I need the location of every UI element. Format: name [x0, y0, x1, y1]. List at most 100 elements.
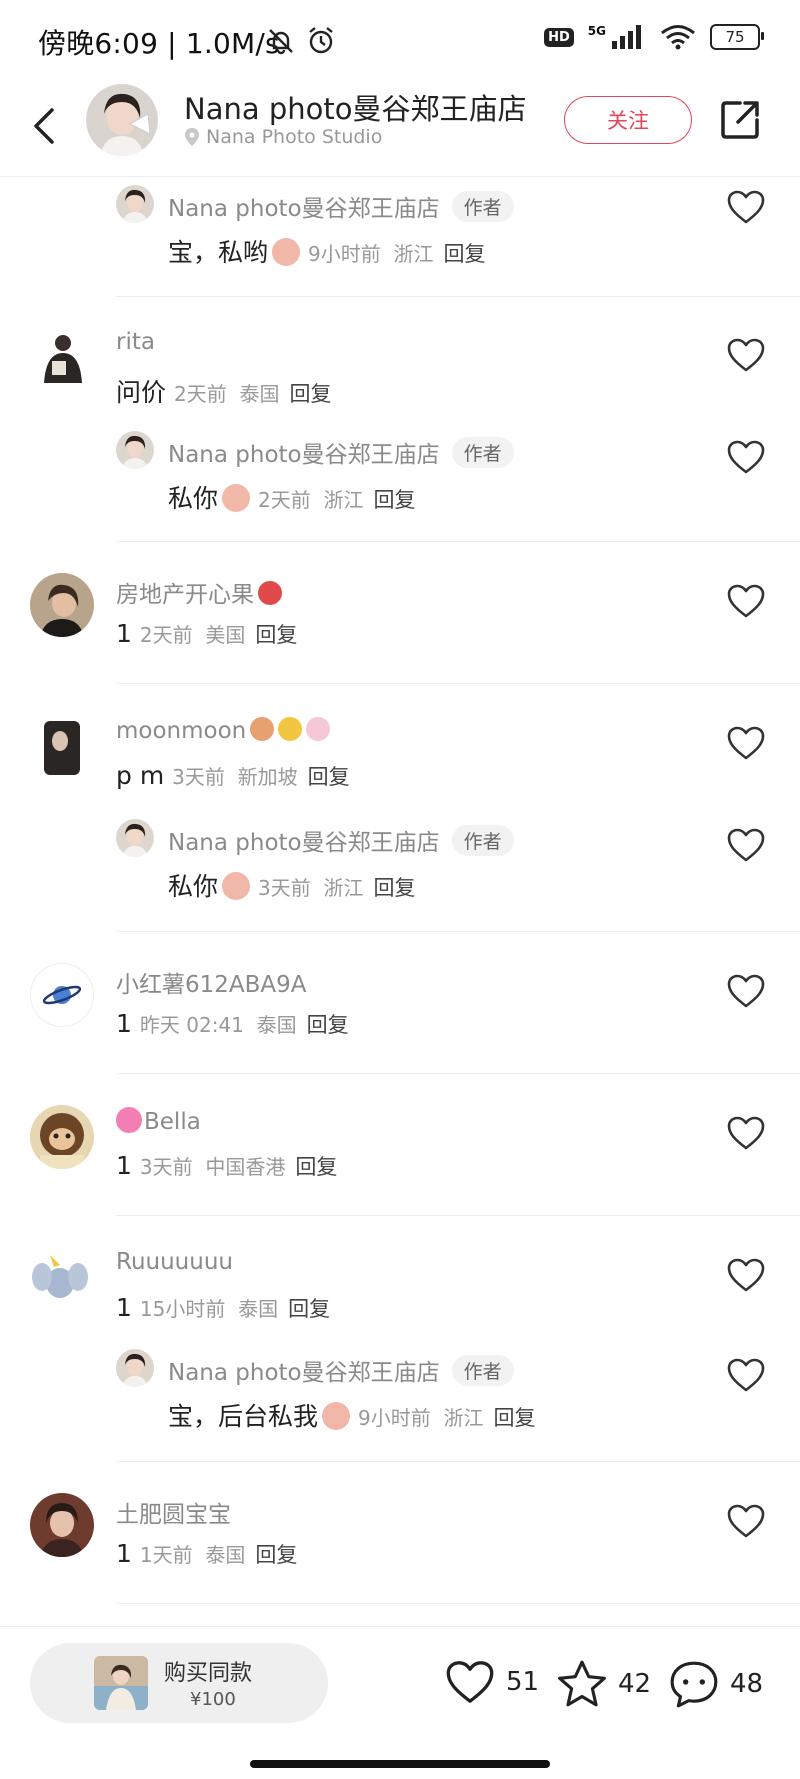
comment-username[interactable]: Nana photo曼谷郑王庙店 作者 [168, 823, 514, 857]
comment-text[interactable]: 私你 3天前 浙江 回复 [168, 867, 415, 903]
heart-icon[interactable] [726, 583, 766, 619]
home-indicator[interactable] [250, 1760, 550, 1768]
reply-button[interactable]: 回复 [373, 488, 415, 512]
comment-count: 48 [730, 1669, 764, 1699]
divider [116, 1215, 800, 1216]
comment-text[interactable]: p m 3天前 新加坡 回复 [116, 761, 350, 791]
buy-same-button[interactable]: 购买同款 ¥100 [30, 1643, 328, 1723]
status-bar: 傍晚6:09 | 1.0M/s HD 5G 75 [0, 0, 800, 84]
like-action[interactable]: 51 [444, 1659, 539, 1705]
heart-icon[interactable] [726, 1357, 766, 1393]
buy-price: ¥100 [190, 1689, 236, 1710]
divider [116, 1603, 800, 1604]
mute-bell-icon [269, 29, 293, 55]
mushroom-emoji [250, 717, 275, 741]
sticker-emoji [222, 872, 251, 900]
location-tag[interactable]: Nana Photo Studio [184, 126, 382, 148]
comment-text[interactable]: 1 15小时前 泰国 回复 [116, 1293, 330, 1323]
heart-icon[interactable] [726, 1115, 766, 1151]
divider [116, 296, 800, 297]
author-tag: 作者 [451, 825, 514, 856]
comment-action[interactable]: 48 [668, 1659, 763, 1709]
avatar[interactable] [30, 963, 94, 1027]
avatar[interactable] [30, 715, 94, 779]
reply-button[interactable]: 回复 [307, 1013, 349, 1037]
heart-icon[interactable] [726, 827, 766, 863]
reply-button[interactable]: 回复 [255, 1543, 297, 1567]
divider [116, 1461, 800, 1462]
reply-button[interactable]: 回复 [255, 623, 297, 647]
chevron-left-icon [34, 108, 54, 144]
avatar[interactable] [30, 1247, 94, 1311]
location-name: Nana Photo Studio [206, 126, 383, 148]
heart-icon[interactable] [726, 189, 766, 225]
heart-icon[interactable] [726, 973, 766, 1009]
comment-text[interactable]: 问价 2天前 泰国 回复 [116, 373, 331, 409]
avatar[interactable] [30, 327, 94, 391]
author-avatar[interactable] [86, 84, 158, 156]
comment-username[interactable]: Bella [116, 1107, 201, 1135]
avatar[interactable] [116, 1349, 154, 1387]
avatar[interactable] [30, 573, 94, 637]
reply-button[interactable]: 回复 [289, 382, 331, 406]
comment-text[interactable]: 私你 2天前 浙江 回复 [168, 479, 415, 515]
divider [116, 1073, 800, 1074]
pink-heart-emoji [116, 1107, 142, 1133]
product-thumbnail [94, 1656, 148, 1710]
comment-username[interactable]: 小红薯612ABA9A [116, 965, 307, 999]
heart-icon[interactable] [726, 439, 766, 475]
comment-text[interactable]: 1 昨天 02:41 泰国 回复 [116, 1009, 349, 1039]
like-count: 51 [506, 1667, 540, 1697]
comment-username[interactable]: Nana photo曼谷郑王庙店 作者 [168, 1353, 514, 1387]
reply-button[interactable]: 回复 [308, 765, 350, 789]
comment-username[interactable]: rita [116, 329, 155, 355]
comment-meta: 2天前 泰国 [174, 382, 280, 406]
sunflower-emoji [278, 717, 303, 741]
avatar[interactable] [30, 1493, 94, 1557]
comment-username[interactable]: 房地产开心果 [116, 575, 282, 609]
sticker-emoji [322, 1402, 351, 1430]
author-tag: 作者 [451, 1355, 514, 1386]
follow-button[interactable]: 关注 [564, 96, 692, 144]
comment-meta: 15小时前 泰国 [139, 1297, 279, 1321]
comment-meta: 3天前 中国香港 [139, 1155, 286, 1179]
battery-indicator: 75 [710, 24, 764, 50]
heart-icon[interactable] [726, 337, 766, 373]
reply-button[interactable]: 回复 [288, 1297, 330, 1321]
sticker-emoji [272, 238, 301, 266]
comment-text[interactable]: 宝，私哟 9小时前 浙江 回复 [168, 233, 485, 269]
heart-icon[interactable] [726, 1257, 766, 1293]
comment-bubble-icon [670, 1661, 718, 1708]
comment-text[interactable]: 1 3天前 中国香港 回复 [116, 1151, 337, 1181]
reply-button[interactable]: 回复 [295, 1155, 337, 1179]
comment-username[interactable]: Nana photo曼谷郑王庙店 作者 [168, 435, 514, 469]
comment-meta: 昨天 02:41 泰国 [139, 1013, 297, 1037]
avatar[interactable] [30, 1105, 94, 1169]
reply-button[interactable]: 回复 [443, 242, 485, 266]
heart-icon[interactable] [726, 1503, 766, 1539]
comment-meta: 3天前 浙江 [258, 876, 364, 900]
star-icon [558, 1660, 606, 1707]
flower-emoji [306, 717, 331, 741]
avatar[interactable] [116, 185, 154, 223]
avatar[interactable] [116, 819, 154, 857]
comment-username[interactable]: Nana photo曼谷郑王庙店 作者 [168, 189, 514, 223]
share-icon[interactable] [718, 98, 762, 142]
avatar[interactable] [116, 431, 154, 469]
comment-text[interactable]: 1 1天前 泰国 回复 [116, 1539, 297, 1569]
author-tag: 作者 [451, 191, 514, 222]
reply-button[interactable]: 回复 [493, 1406, 535, 1430]
comment-meta: 2天前 浙江 [258, 488, 364, 512]
comment-text[interactable]: 宝，后台私我 9小时前 浙江 回复 [168, 1397, 535, 1433]
reply-button[interactable]: 回复 [373, 876, 415, 900]
collect-count: 42 [618, 1669, 652, 1699]
comment-username[interactable]: Ruuuuuuu [116, 1249, 233, 1275]
divider [116, 931, 800, 932]
comment-text[interactable]: 1 2天前 美国 回复 [116, 619, 297, 649]
author-name[interactable]: Nana photo曼谷郑王庙店 [184, 86, 526, 128]
comment-username[interactable]: 土肥圆宝宝 [116, 1495, 231, 1529]
comment-username[interactable]: moonmoon [116, 717, 331, 744]
heart-icon[interactable] [726, 725, 766, 761]
back-button[interactable] [26, 102, 62, 150]
collect-action[interactable]: 42 [556, 1659, 651, 1709]
